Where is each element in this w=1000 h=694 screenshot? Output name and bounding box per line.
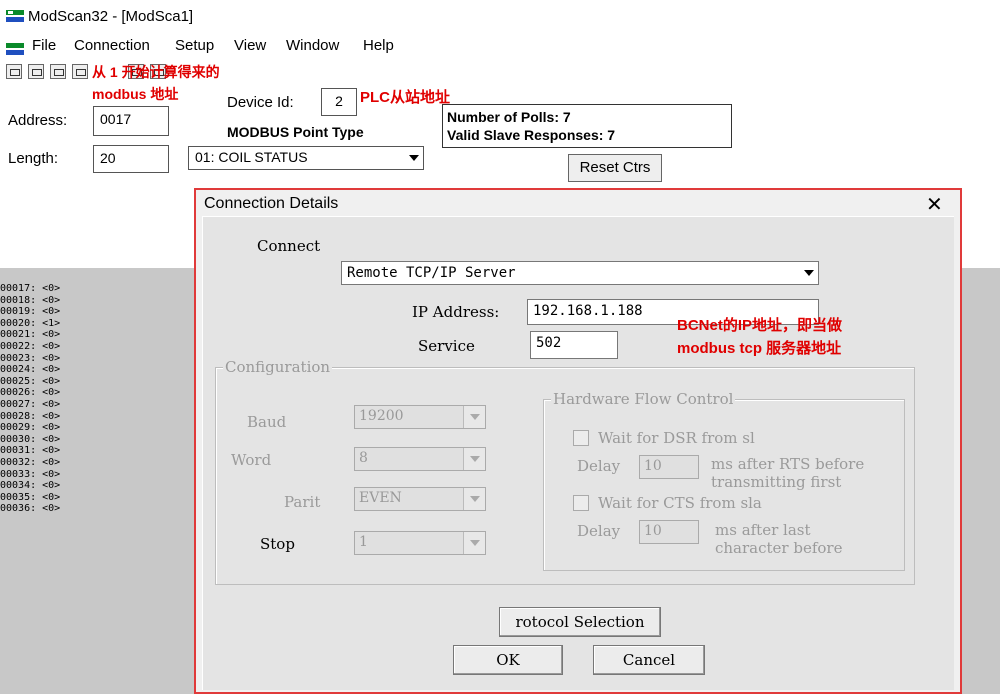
baud-select[interactable]: 19200 (354, 405, 486, 429)
device-id-input[interactable]: 2 (321, 88, 357, 116)
list-item: 00025: <0> (0, 375, 61, 387)
dialog-title: Connection Details (204, 195, 339, 212)
connect-select[interactable]: Remote TCP/IP Server (341, 261, 819, 285)
valid-responses: Valid Slave Responses: 7 (447, 127, 616, 143)
service-input[interactable]: 502 (530, 331, 618, 359)
chevron-down-icon (463, 448, 485, 470)
reset-counters-button[interactable]: Reset Ctrs (568, 154, 662, 182)
word-value: 8 (359, 450, 368, 466)
delay2-label: Delay (577, 522, 621, 540)
menu-bar: File Connection Setup View Window Help (0, 34, 1000, 60)
delay2-note-line1: ms after last (715, 521, 811, 539)
list-item: 00036: <0> (0, 503, 61, 515)
stop-value: 1 (359, 534, 368, 550)
delay1-input[interactable]: 10 (639, 455, 699, 479)
list-item: 00021: <0> (0, 329, 61, 341)
list-item: 00029: <0> (0, 422, 61, 434)
list-item: 00018: <0> (0, 294, 61, 306)
list-item: 00019: <0> (0, 306, 61, 318)
menu-setup[interactable]: Setup (175, 37, 214, 54)
chevron-down-icon (463, 488, 485, 510)
data-list: 00017: <0> 00018: <0> 00019: <0> 00020: … (0, 283, 60, 515)
baud-value: 19200 (359, 408, 404, 424)
dialog-body: Connect Remote TCP/IP Server IP Address:… (202, 216, 954, 690)
baud-label: Baud (247, 413, 287, 431)
chevron-down-icon (463, 406, 485, 428)
parity-value: EVEN (359, 490, 402, 506)
stop-label: Stop (260, 535, 295, 553)
list-item: 00022: <0> (0, 340, 61, 352)
parity-label: Parit (284, 493, 321, 511)
parity-select[interactable]: EVEN (354, 487, 486, 511)
chevron-down-icon (804, 270, 814, 276)
list-item: 00027: <0> (0, 398, 61, 410)
point-type-select[interactable]: 01: COIL STATUS (188, 146, 424, 170)
length-label: Length: (8, 150, 59, 167)
point-type-label: MODBUS Point Type (227, 124, 364, 140)
chevron-down-icon (463, 532, 485, 554)
app-icon (6, 9, 24, 22)
document-icon[interactable] (6, 42, 24, 55)
cancel-button[interactable]: Cancel (593, 645, 705, 675)
connect-value: Remote TCP/IP Server (347, 265, 516, 281)
ip-address-label: IP Address: (412, 303, 500, 321)
delay1-note-line2: transmitting first (711, 473, 842, 491)
delay1-label: Delay (577, 457, 621, 475)
ok-button[interactable]: OK (453, 645, 563, 675)
list-item: 00028: <0> (0, 410, 61, 422)
close-icon[interactable]: ✕ (926, 192, 943, 217)
word-select[interactable]: 8 (354, 447, 486, 471)
window-title: ModScan32 - [ModSca1] (28, 8, 194, 25)
poll-stats-box: Number of Polls: 7 Valid Slave Responses… (442, 104, 732, 148)
list-item: 00032: <0> (0, 456, 61, 468)
list-item: 00030: <0> (0, 433, 61, 445)
address-input[interactable]: 0017 (93, 106, 169, 136)
ip-note-line2: modbus tcp 服务器地址 (677, 340, 842, 357)
list-item: 00020: <1> (0, 317, 61, 329)
dsr-checkbox[interactable] (573, 430, 589, 446)
list-item: 00026: <0> (0, 387, 61, 399)
toolbar-button-3[interactable] (50, 64, 66, 79)
address-note-line2: modbus 地址 (92, 86, 179, 102)
cts-checkbox[interactable] (573, 495, 589, 511)
ip-note-line1: BCNet的IP地址，即当做 (677, 317, 843, 334)
menu-file[interactable]: File (32, 37, 56, 54)
toolbar-button-2[interactable] (28, 64, 44, 79)
list-item: 00033: <0> (0, 468, 61, 480)
toolbar-button-4[interactable] (72, 64, 88, 79)
service-label: Service (418, 337, 475, 355)
list-item: 00017: <0> (0, 283, 61, 294)
word-label: Word (231, 451, 272, 469)
length-input[interactable]: 20 (93, 145, 169, 173)
menu-help[interactable]: Help (363, 37, 394, 54)
list-item: 00023: <0> (0, 352, 61, 364)
toolbar-button-1[interactable] (6, 64, 22, 79)
poll-count: Number of Polls: 7 (447, 109, 571, 125)
connection-details-dialog: Connection Details ✕ Connect Remote TCP/… (194, 188, 962, 694)
delay2-input[interactable]: 10 (639, 520, 699, 544)
stop-select[interactable]: 1 (354, 531, 486, 555)
menu-connection[interactable]: Connection (74, 37, 150, 54)
dsr-label: Wait for DSR from sl (598, 429, 755, 447)
hardware-flow-legend: Hardware Flow Control (551, 390, 736, 408)
point-type-value: 01: COIL STATUS (195, 149, 308, 165)
menu-view[interactable]: View (234, 37, 266, 54)
address-label: Address: (8, 112, 68, 129)
list-item: 00031: <0> (0, 445, 61, 457)
list-item: 00034: <0> (0, 480, 61, 492)
cts-label: Wait for CTS from sla (598, 494, 762, 512)
connect-label: Connect (257, 237, 321, 255)
delay1-note-line1: ms after RTS before (711, 455, 865, 473)
list-item: 00035: <0> (0, 491, 61, 503)
title-bar: ModScan32 - [ModSca1] (0, 0, 1000, 34)
delay2-note-line2: character before (715, 539, 843, 557)
device-id-label: Device Id: (227, 94, 294, 111)
device-note: PLC从站地址 (360, 89, 451, 106)
menu-window[interactable]: Window (286, 37, 339, 54)
protocol-selection-button[interactable]: rotocol Selection (499, 607, 661, 637)
configuration-legend: Configuration (223, 358, 333, 376)
address-note-line1: 从 1 开始计算得来的 (92, 64, 220, 80)
list-item: 00024: <0> (0, 364, 61, 376)
chevron-down-icon (409, 155, 419, 161)
